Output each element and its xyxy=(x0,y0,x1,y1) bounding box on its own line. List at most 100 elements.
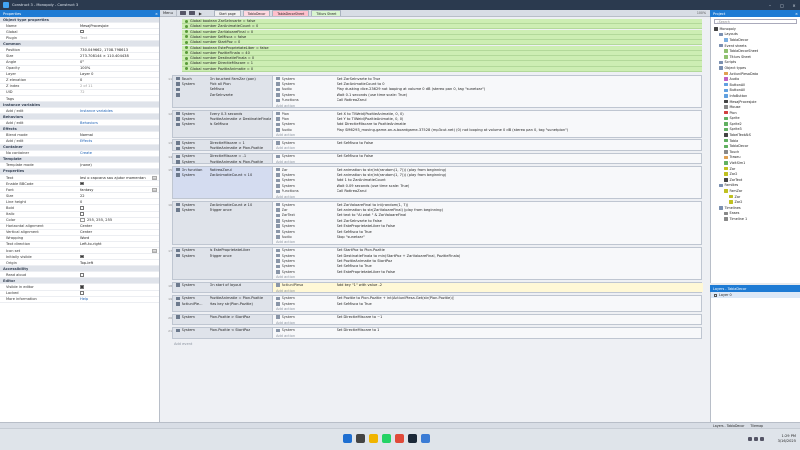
event-block[interactable]: 19 System PozitieAnimatie = Pion.Pozitie Ac… xyxy=(168,294,703,312)
add-action-link[interactable]: Add action xyxy=(273,146,703,151)
property-value[interactable]: Center xyxy=(80,230,159,234)
property-row[interactable]: More information Help xyxy=(0,297,159,303)
condition-row[interactable]: System PozitieAnimatie ≥ Pion.Pozitie xyxy=(173,146,272,151)
event-block[interactable]: 15 On function RotireaZarul System ZarAnimat… xyxy=(168,166,703,200)
property-value[interactable]: 0 xyxy=(80,78,159,82)
explorer-icon[interactable] xyxy=(369,434,378,443)
global-variable-row[interactable]: Global number PozitieAnimatie = 0 xyxy=(182,66,702,72)
property-value[interactable] xyxy=(80,285,159,289)
property-checkbox[interactable] xyxy=(80,212,84,216)
property-value[interactable]: 0 xyxy=(80,200,159,204)
property-checkbox[interactable] xyxy=(80,206,84,210)
property-link[interactable]: Help xyxy=(80,297,159,301)
property-checkbox[interactable] xyxy=(80,291,84,295)
add-action-link[interactable]: Add action xyxy=(273,307,703,312)
property-value[interactable] xyxy=(80,273,159,277)
start-icon[interactable] xyxy=(343,434,352,443)
edit-value-button[interactable]: … xyxy=(152,248,157,253)
event-block[interactable]: 14 System DirectieMiscare = -1 System Poziti… xyxy=(168,152,703,165)
condition-row[interactable]: System Pion.Pozitie > StartPoz xyxy=(173,315,272,320)
add-event-link[interactable]: Add event xyxy=(174,342,192,346)
property-value[interactable]: 100% xyxy=(80,66,159,70)
property-value[interactable]: (none) xyxy=(80,163,159,167)
preview-play-icon[interactable]: ▶ xyxy=(199,11,202,16)
property-checkbox[interactable] xyxy=(80,29,84,34)
whatsapp-icon[interactable] xyxy=(382,434,391,443)
event-block[interactable]: 16 System ZarAnimatieCount ≥ 10 System Trigg… xyxy=(168,200,703,246)
add-action-link[interactable]: Add action xyxy=(273,194,703,199)
project-search-input[interactable]: ⌕ Search xyxy=(714,19,797,24)
property-value[interactable]: Normal xyxy=(80,133,159,137)
minimize-button[interactable]: – xyxy=(764,3,776,8)
property-value[interactable] xyxy=(80,29,159,34)
add-action-link[interactable]: Add action xyxy=(273,159,703,164)
wifi-icon[interactable] xyxy=(748,437,752,441)
property-value[interactable]: Iesi o capcana sau ajutor momentan xyxy=(80,176,152,180)
add-action-link[interactable]: Add action xyxy=(273,320,703,325)
add-action-link[interactable]: Add action xyxy=(273,333,703,338)
volume-icon[interactable] xyxy=(754,437,758,441)
condition-row[interactable]: System On start of layout xyxy=(173,283,272,288)
main-menu-button[interactable]: Menu xyxy=(160,10,177,16)
edit-value-button[interactable]: … xyxy=(152,187,157,192)
save-icon[interactable] xyxy=(179,11,186,15)
event-sheet[interactable]: Global boolean ZarSeInvarte = false Globa… xyxy=(160,17,710,422)
battery-icon[interactable] xyxy=(760,437,764,441)
tab-layers[interactable]: Layers - TablaDecor xyxy=(710,424,747,428)
property-value[interactable]: Word xyxy=(80,236,159,240)
add-action-link[interactable]: Add action xyxy=(273,275,703,280)
close-project-icon[interactable]: × xyxy=(795,12,798,16)
property-value[interactable]: 255, 255, 255 xyxy=(80,218,159,222)
event-block[interactable]: 17 System Is EsteProprietateLiber System Tri… xyxy=(168,246,703,280)
event-block[interactable]: 18 System On start of layout ActiuniPiesa Ad… xyxy=(168,281,703,294)
undo-icon[interactable] xyxy=(188,11,195,15)
project-tree-item[interactable]: Timeline 1 xyxy=(711,216,800,222)
property-value[interactable]: 273.708144 × 110.404438 xyxy=(80,54,159,58)
condition-row[interactable]: System Pion.Pozitie < StartPoz xyxy=(173,328,272,333)
property-value[interactable]: Layer 0 xyxy=(80,72,159,76)
property-value[interactable]: Center xyxy=(80,224,159,228)
color-swatch[interactable] xyxy=(80,218,85,222)
chrome-icon[interactable] xyxy=(395,434,404,443)
add-action-link[interactable]: Add action xyxy=(273,103,703,108)
steam-icon[interactable] xyxy=(408,434,417,443)
tab-tabladecorsheet[interactable]: TablaDecorSheet xyxy=(272,10,310,16)
tab-titlurs-sheet[interactable]: Titlurs Sheet xyxy=(311,10,342,16)
property-value[interactable] xyxy=(80,212,159,216)
construct-taskbar-icon[interactable] xyxy=(421,434,430,443)
close-button[interactable]: × xyxy=(788,3,800,8)
property-link[interactable]: Instance variables xyxy=(80,109,159,113)
condition-row[interactable]: System Is SeMisca xyxy=(173,122,272,127)
add-action-link[interactable]: Add action xyxy=(273,240,703,245)
edit-value-button[interactable]: … xyxy=(152,175,157,180)
event-block[interactable]: 20 System Pion.Pozitie > StartPoz System Set… xyxy=(168,313,703,326)
close-panel-icon[interactable]: × xyxy=(155,12,158,16)
tab-tabladecor[interactable]: TablaDecor xyxy=(242,10,271,16)
layer-visible-checkbox[interactable] xyxy=(714,293,717,297)
property-value[interactable]: Top-left xyxy=(80,261,159,265)
property-value[interactable] xyxy=(80,254,159,259)
condition-row[interactable]: System PozitieAnimatie = Pion.Pozitie xyxy=(173,296,272,301)
property-link[interactable]: Create xyxy=(80,151,159,155)
add-action-link[interactable]: Add action xyxy=(273,132,703,137)
property-checkbox[interactable] xyxy=(80,285,84,289)
property-checkbox[interactable] xyxy=(80,254,84,259)
add-action-link[interactable]: Add action xyxy=(273,288,703,293)
condition-row[interactable]: System PozitieAnimatie ≠ DestinatieFinala xyxy=(173,116,272,121)
property-value[interactable]: MesajProcesjoie xyxy=(80,24,159,28)
event-block[interactable]: 13 System DirectieMiscare = 1 System Pozitie… xyxy=(168,139,703,152)
property-value[interactable]: 730.049662, 1708.798613 xyxy=(80,48,159,52)
property-value[interactable] xyxy=(80,206,159,210)
layer-item[interactable]: Layer 0 xyxy=(711,292,800,298)
property-value[interactable]: 0° xyxy=(80,60,159,64)
property-checkbox[interactable] xyxy=(80,181,84,186)
tab-start-page[interactable]: Start page xyxy=(213,10,241,16)
property-checkbox[interactable] xyxy=(80,273,84,277)
maximize-button[interactable]: □ xyxy=(776,3,788,8)
search-taskbar-icon[interactable] xyxy=(356,434,365,443)
clock[interactable]: 1:29 PM 3/16/2025 xyxy=(778,434,796,444)
property-value[interactable] xyxy=(80,181,159,186)
event-block[interactable]: 21 System Pion.Pozitie < StartPoz System Set… xyxy=(168,326,703,339)
property-value[interactable] xyxy=(80,291,159,295)
property-link[interactable]: Behaviors xyxy=(80,121,159,125)
